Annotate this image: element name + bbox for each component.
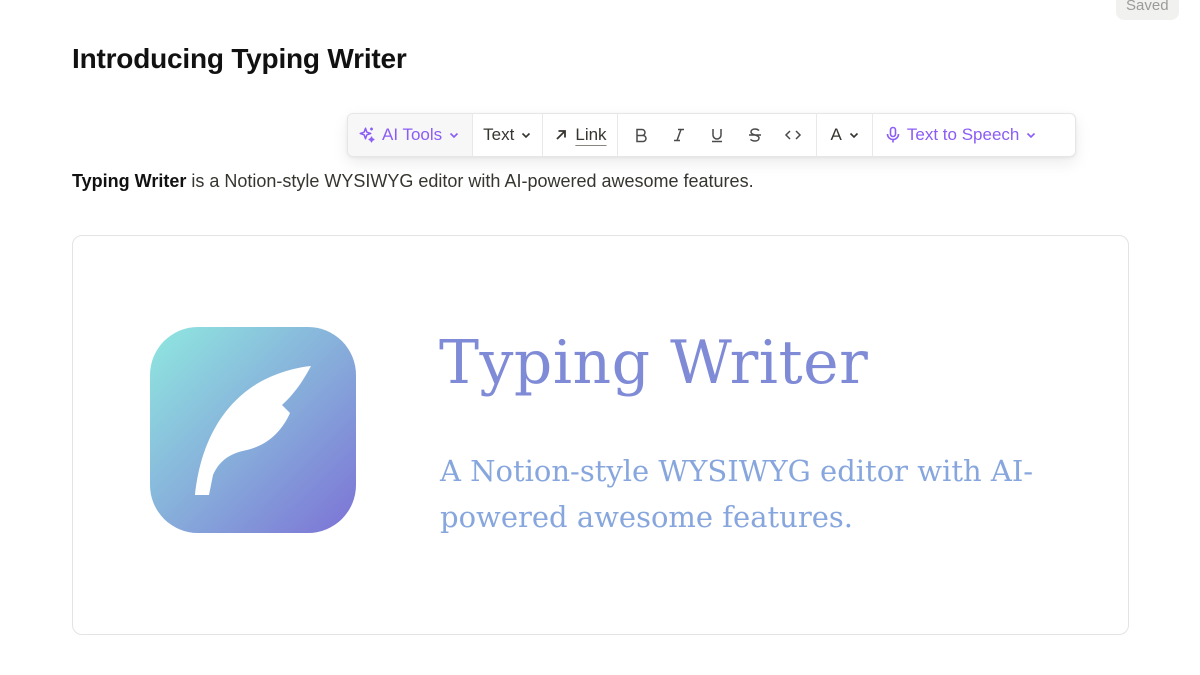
page-title[interactable]: Introducing Typing Writer [72, 43, 407, 75]
saved-status-badge: Saved [1116, 0, 1179, 20]
text-format-group [618, 114, 817, 156]
ai-tools-label: AI Tools [382, 125, 443, 144]
app-logo [150, 327, 356, 533]
feather-quill-icon [150, 327, 356, 533]
code-icon [784, 127, 802, 143]
code-button[interactable] [774, 114, 812, 156]
sparkles-icon [358, 126, 376, 144]
text-type-dropdown[interactable]: Text [473, 114, 542, 156]
italic-button[interactable] [660, 114, 698, 156]
intro-paragraph[interactable]: Typing Writer is a Notion-style WYSIWYG … [72, 171, 754, 192]
link-label: Link [575, 125, 607, 144]
text-color-dropdown[interactable]: A [817, 114, 872, 156]
strikethrough-icon [747, 127, 763, 143]
strikethrough-button[interactable] [736, 114, 774, 156]
microphone-icon [885, 126, 901, 144]
text-color-group: A [817, 114, 873, 156]
chevron-down-icon [848, 129, 860, 141]
text-type-group: Text [473, 114, 544, 156]
text-to-speech-button[interactable]: Text to Speech [873, 114, 1049, 156]
ai-tools-group: AI Tools [348, 114, 474, 156]
intro-bold-text: Typing Writer [72, 171, 187, 191]
arrow-up-right-icon [553, 127, 569, 143]
formatting-toolbar: AI Tools Text Link A Text to Speech [347, 113, 1076, 157]
bold-button[interactable] [622, 114, 660, 156]
ai-tools-button[interactable]: AI Tools [348, 114, 473, 156]
banner-title: Typing Writer [439, 328, 869, 398]
link-group: Link [543, 114, 618, 156]
chevron-down-icon [1025, 129, 1037, 141]
chevron-down-icon [448, 129, 460, 141]
link-button[interactable]: Link [543, 114, 616, 156]
italic-icon [671, 127, 687, 143]
text-to-speech-group: Text to Speech [873, 114, 1049, 156]
banner-image[interactable]: Typing Writer A Notion-style WYSIWYG edi… [72, 235, 1129, 635]
text-color-label: A [830, 125, 842, 144]
text-to-speech-label: Text to Speech [906, 125, 1020, 144]
bold-icon [633, 127, 649, 143]
underline-icon [709, 127, 725, 143]
underline-button[interactable] [698, 114, 736, 156]
chevron-down-icon [520, 129, 532, 141]
banner-subtitle: A Notion-style WYSIWYG editor with AI-po… [440, 454, 1034, 534]
intro-text: is a Notion-style WYSIWYG editor with AI… [186, 171, 754, 191]
text-type-label: Text [483, 125, 515, 144]
